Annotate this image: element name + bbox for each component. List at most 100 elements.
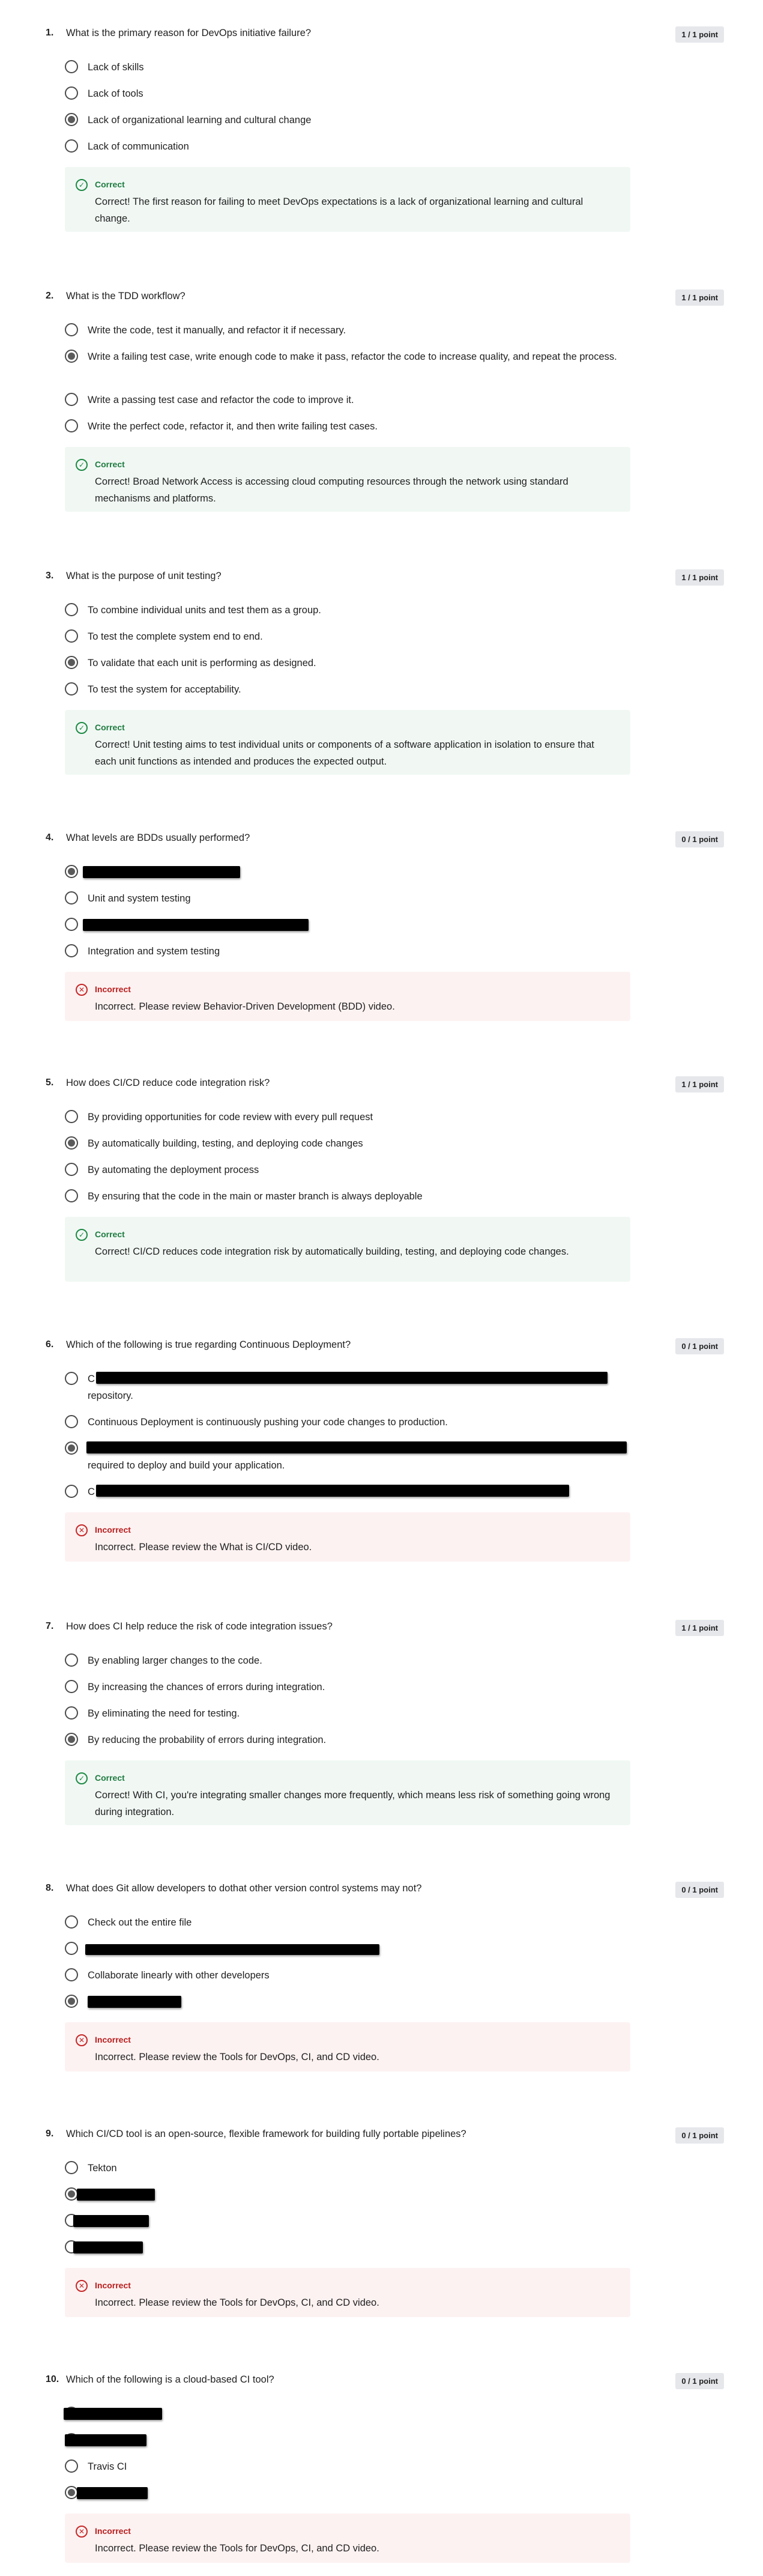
question-text: What is the purpose of unit testing?	[66, 571, 222, 581]
feedback-correct: ✓ Correct Correct! Unit testing aims to …	[65, 710, 630, 775]
radio-button-selected[interactable]	[65, 2486, 78, 2499]
option-label: Unit and system testing	[88, 893, 191, 904]
feedback-correct: ✓ Correct Correct! CI/CD reduces code in…	[65, 1217, 630, 1282]
radio-button[interactable]	[65, 1706, 78, 1720]
feedback-correct: ✓ Correct Correct! The first reason for …	[65, 167, 630, 232]
radio-button[interactable]	[65, 1915, 78, 1929]
feedback-text: Incorrect. Please review the Tools for D…	[95, 2052, 379, 2062]
question-number: 10.	[46, 2374, 59, 2384]
question-text: Which of the following is true regarding…	[66, 1339, 351, 1350]
feedback-title: Incorrect	[95, 2035, 131, 2044]
question-text: How does CI help reduce the risk of code…	[66, 1621, 333, 1632]
check-circle-icon: ✓	[76, 722, 88, 734]
option-label: Lack of tools	[88, 88, 143, 99]
question-number: 5.	[46, 1077, 54, 1088]
feedback-text: Correct! The first reason for failing to…	[95, 196, 584, 224]
feedback-title: Incorrect	[95, 1525, 131, 1535]
question-header: 8. What does Git allow developers to dot…	[46, 1882, 724, 1898]
option-label: By reducing the probability of errors du…	[88, 1735, 327, 1745]
radio-button[interactable]	[65, 1110, 78, 1123]
radio-button[interactable]	[65, 682, 78, 696]
radio-button[interactable]	[65, 1372, 78, 1385]
check-circle-icon: ✓	[76, 1229, 88, 1241]
option-label: Check out the entire file	[88, 1917, 192, 1928]
option-label: Tekton	[88, 2163, 117, 2174]
feedback-text: Correct! CI/CD reduces code integration …	[95, 1246, 569, 1257]
radio-button[interactable]	[65, 629, 78, 643]
option-label: To combine individual units and test the…	[88, 605, 321, 616]
radio-button[interactable]	[65, 2161, 78, 2174]
redacted-text	[77, 2189, 155, 2201]
feedback-text: Incorrect. Please review the What is CI/…	[95, 1542, 312, 1553]
radio-button[interactable]	[65, 139, 78, 153]
option-label: Write a passing test case and refactor t…	[88, 395, 354, 405]
points-badge: 0 / 1 point	[675, 1338, 724, 1354]
redacted-text	[88, 1996, 181, 2008]
radio-button[interactable]	[65, 944, 78, 957]
radio-button[interactable]	[65, 1485, 78, 1498]
radio-button[interactable]	[65, 603, 78, 616]
radio-button-selected[interactable]	[65, 350, 78, 363]
redacted-text	[65, 2434, 146, 2446]
radio-button-selected[interactable]	[65, 865, 78, 878]
option-label: To test the complete system end to end.	[88, 631, 263, 642]
radio-button[interactable]	[65, 2459, 78, 2473]
check-circle-icon: ✓	[76, 1772, 88, 1784]
radio-button[interactable]	[65, 393, 78, 406]
x-circle-icon: ✕	[76, 984, 88, 996]
points-badge: 0 / 1 point	[675, 2373, 724, 2389]
radio-button[interactable]	[65, 1415, 78, 1428]
radio-button[interactable]	[65, 1163, 78, 1176]
question-text: What levels are BDDs usually performed?	[66, 832, 250, 843]
question-number: 2.	[46, 291, 54, 301]
points-badge: 0 / 1 point	[675, 2127, 724, 2144]
feedback-incorrect: ✕ Incorrect Incorrect. Please review the…	[65, 1512, 630, 1562]
option-label: Lack of skills	[88, 62, 144, 73]
x-circle-icon: ✕	[76, 2526, 88, 2538]
feedback-text: Correct! Unit testing aims to test indiv…	[95, 739, 594, 767]
radio-button[interactable]	[65, 1680, 78, 1693]
question-header: 2. What is the TDD workflow? 1 / 1 point	[46, 289, 724, 306]
radio-button[interactable]	[65, 1968, 78, 1981]
radio-button-selected[interactable]	[65, 1136, 78, 1150]
radio-button[interactable]	[65, 1653, 78, 1667]
feedback-text: Incorrect. Please review the Tools for D…	[95, 2297, 379, 2308]
radio-button[interactable]	[65, 323, 78, 336]
radio-button-selected[interactable]	[65, 656, 78, 669]
option-label: By ensuring that the code in the main or…	[88, 1191, 423, 1202]
feedback-incorrect: ✕ Incorrect Incorrect. Please review the…	[65, 2268, 630, 2317]
radio-button-selected[interactable]	[65, 2187, 78, 2201]
radio-button[interactable]	[65, 1189, 78, 1202]
points-badge: 1 / 1 point	[675, 26, 724, 43]
radio-button-selected[interactable]	[65, 1441, 78, 1455]
x-circle-icon: ✕	[76, 1524, 88, 1536]
question-text: What is the primary reason for DevOps in…	[66, 28, 312, 38]
feedback-text: Correct! Broad Network Access is accessi…	[95, 476, 568, 504]
radio-button-selected[interactable]	[65, 113, 78, 126]
points-badge: 1 / 1 point	[675, 289, 724, 306]
radio-button[interactable]	[65, 86, 78, 100]
redacted-text	[96, 1372, 608, 1384]
radio-button[interactable]	[65, 419, 78, 432]
feedback-text: Correct! With CI, you're integrating sma…	[95, 1790, 611, 1817]
question-text: What does Git allow developers to dothat…	[66, 1883, 422, 1894]
question-number: 7.	[46, 1621, 54, 1631]
option-label: By providing opportunities for code revi…	[88, 1112, 373, 1123]
option-label: By enabling larger changes to the code.	[88, 1655, 262, 1666]
question-header: 9. Which CI/CD tool is an open-source, f…	[46, 2127, 724, 2144]
points-badge: 0 / 1 point	[675, 831, 724, 847]
option-label: Integration and system testing	[88, 946, 220, 957]
option-label-continued: repository.	[88, 1390, 133, 1401]
radio-button[interactable]	[65, 918, 78, 931]
radio-button[interactable]	[65, 891, 78, 905]
radio-button[interactable]	[65, 60, 78, 73]
redacted-text	[83, 919, 309, 931]
radio-button[interactable]	[65, 1942, 78, 1955]
option-label: To test the system for acceptability.	[88, 684, 241, 695]
radio-button-selected[interactable]	[65, 1733, 78, 1746]
option-label: Write a failing test case, write enough …	[88, 351, 617, 362]
radio-button-selected[interactable]	[65, 1995, 78, 2008]
feedback-text: Incorrect. Please review the Tools for D…	[95, 2543, 379, 2554]
check-circle-icon: ✓	[76, 179, 88, 191]
question-number: 8.	[46, 1883, 54, 1893]
